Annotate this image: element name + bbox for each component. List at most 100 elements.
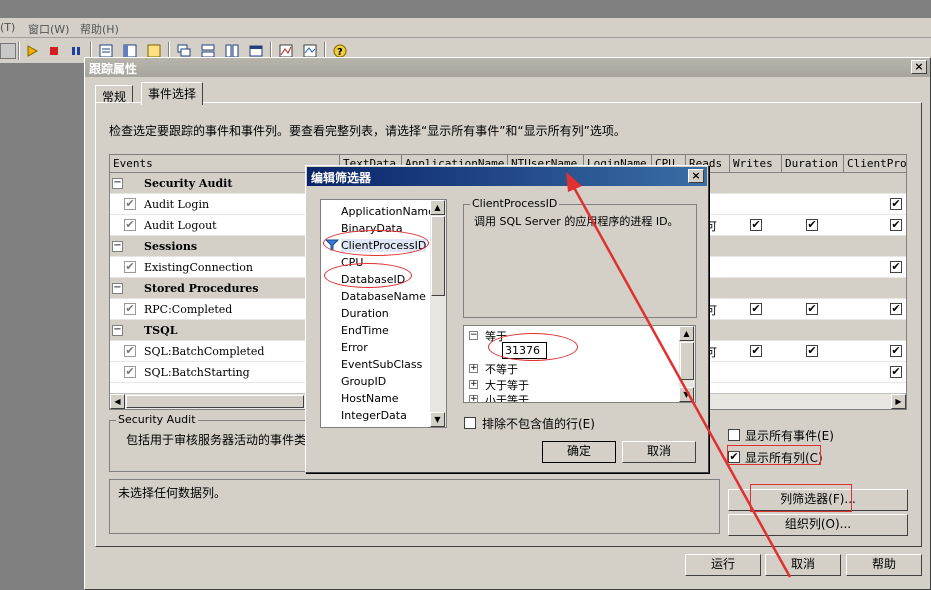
description-title: ClientProcessID	[470, 197, 560, 210]
annotation-ellipse-databaseid	[324, 263, 412, 288]
column-checkbox[interactable]: ✔	[806, 303, 818, 315]
event-checkbox[interactable]: ✔	[124, 366, 136, 378]
ok-button[interactable]: 确定	[542, 441, 616, 463]
vertical-scrollbar[interactable]: ▲ ▼	[430, 200, 446, 427]
collapse-icon[interactable]: −	[112, 325, 123, 336]
event-checkbox[interactable]: ✔	[124, 198, 136, 210]
event-label: Audit Logout	[144, 219, 217, 232]
column-checkbox[interactable]: ✔	[890, 198, 902, 210]
column-checkbox[interactable]: ✔	[890, 219, 902, 231]
column-header[interactable]: Duration	[782, 155, 844, 173]
column-list-item[interactable]: Error	[341, 341, 368, 354]
scroll-right-icon[interactable]: ▶	[891, 394, 906, 409]
column-header[interactable]: Writes	[730, 155, 782, 173]
event-checkbox[interactable]: ✔	[124, 219, 136, 231]
condition-greater-equal[interactable]: 大于等于	[485, 377, 529, 393]
collapse-icon[interactable]: −	[112, 241, 123, 252]
annotation-ellipse-clientprocessid	[323, 230, 429, 256]
scroll-up-icon[interactable]: ▲	[679, 326, 694, 341]
expand-icon[interactable]: +	[469, 380, 478, 389]
event-label: SQL:BatchStarting	[144, 366, 250, 379]
annotation-box-show-all-columns	[727, 445, 821, 465]
category-label: Sessions	[144, 240, 198, 253]
expand-icon[interactable]: +	[469, 395, 478, 402]
annotation-box-column-filter	[750, 484, 852, 512]
scroll-down-icon[interactable]: ▼	[430, 412, 445, 427]
group-title: Security Audit	[116, 413, 198, 426]
collapse-icon[interactable]: −	[112, 283, 123, 294]
menu-tools[interactable]: (T)	[0, 21, 15, 34]
column-checkbox[interactable]: ✔	[890, 345, 902, 357]
column-list-item[interactable]: EventSubClass	[341, 358, 422, 371]
description-text: 调用 SQL Server 的应用程序的进程 ID。	[474, 215, 679, 228]
column-checkbox[interactable]: ✔	[750, 303, 762, 315]
filter-cancel-button[interactable]: 取消	[622, 441, 696, 463]
scroll-left-icon[interactable]: ◀	[110, 394, 125, 409]
column-list-item[interactable]: GroupID	[341, 375, 386, 388]
column-info-text: 未选择任何数据列。	[118, 486, 227, 500]
scroll-thumb[interactable]	[431, 216, 445, 296]
filter-dialog-titlebar: 编辑筛选器 ×	[307, 167, 707, 186]
close-icon[interactable]: ×	[688, 169, 704, 183]
column-list-item[interactable]: Duration	[341, 307, 389, 320]
toolbar-separator	[18, 42, 20, 60]
menu-help[interactable]: 帮助(H)	[80, 21, 119, 37]
event-checkbox[interactable]: ✔	[124, 345, 136, 357]
column-checkbox[interactable]: ✔	[890, 303, 902, 315]
pause-icon[interactable]	[68, 43, 84, 59]
condition-not-equals[interactable]: 不等于	[485, 361, 518, 377]
column-checkbox[interactable]: ✔	[750, 219, 762, 231]
column-checkbox[interactable]: ✔	[890, 366, 902, 378]
category-label: Security Audit	[144, 177, 233, 190]
column-list-item[interactable]: DatabaseName	[341, 290, 426, 303]
scroll-down-icon[interactable]: ▼	[679, 387, 694, 402]
tab-events-selection[interactable]: 事件选择	[141, 82, 204, 105]
new-trace-icon[interactable]	[0, 43, 16, 59]
cancel-button[interactable]: 取消	[765, 554, 841, 576]
column-checkbox[interactable]: ✔	[806, 345, 818, 357]
exclude-nulls-checkbox[interactable]	[464, 417, 476, 429]
column-list-item[interactable]: IntegerData	[341, 409, 407, 422]
event-label: Audit Login	[144, 198, 210, 211]
collapse-icon[interactable]: −	[112, 178, 123, 189]
scroll-up-icon[interactable]: ▲	[430, 200, 445, 215]
run-icon[interactable]	[24, 43, 40, 59]
background-workspace	[0, 64, 84, 590]
show-all-events-checkbox[interactable]	[728, 429, 740, 441]
collapse-icon[interactable]: −	[469, 331, 478, 340]
event-description-text: 包括用于审核服务器活动的事件类	[126, 433, 307, 447]
column-checkbox[interactable]: ✔	[806, 219, 818, 231]
column-list-item[interactable]: HostName	[341, 392, 399, 405]
filter-condition-tree[interactable]: − 等于 31376 + 不等于 + 大于等于 + 小于等于 ▲ ▼	[463, 325, 696, 403]
stop-icon[interactable]	[46, 43, 62, 59]
event-label: RPC:Completed	[144, 303, 233, 316]
edit-filter-dialog: 编辑筛选器 × ApplicationName BinaryData Clien…	[305, 165, 709, 473]
dialog-title: 跟踪属性	[89, 62, 138, 76]
event-label: ExistingConnection	[144, 261, 253, 274]
condition-less-equal[interactable]: 小于等于	[485, 392, 529, 402]
dialog-titlebar: 跟踪属性 ×	[85, 58, 930, 77]
scroll-thumb[interactable]	[126, 395, 304, 408]
run-button[interactable]: 运行	[685, 554, 761, 576]
column-info-group: 未选择任何数据列。	[109, 479, 720, 534]
column-checkbox[interactable]: ✔	[890, 261, 902, 273]
filter-dialog-title: 编辑筛选器	[311, 171, 372, 185]
category-label: Stored Procedures	[144, 282, 259, 295]
scroll-thumb[interactable]	[680, 342, 694, 380]
category-label: TSQL	[144, 324, 178, 337]
close-icon[interactable]: ×	[911, 60, 927, 74]
event-checkbox[interactable]: ✔	[124, 261, 136, 273]
event-checkbox[interactable]: ✔	[124, 303, 136, 315]
exclude-nulls-label[interactable]: 排除不包含值的行(E)	[482, 415, 595, 432]
event-label: SQL:BatchCompleted	[144, 345, 265, 358]
help-button[interactable]: 帮助	[846, 554, 922, 576]
show-all-events-label[interactable]: 显示所有事件(E)	[745, 427, 834, 444]
expand-icon[interactable]: +	[469, 364, 478, 373]
column-list-item[interactable]: ApplicationName	[341, 205, 435, 218]
column-checkbox[interactable]: ✔	[750, 345, 762, 357]
column-list-item[interactable]: EndTime	[341, 324, 389, 337]
organize-columns-button[interactable]: 组织列(O)...	[728, 514, 908, 536]
column-header[interactable]: ClientProc	[844, 155, 906, 173]
menu-window[interactable]: 窗口(W)	[28, 21, 69, 37]
vertical-scrollbar[interactable]: ▲ ▼	[679, 326, 695, 402]
